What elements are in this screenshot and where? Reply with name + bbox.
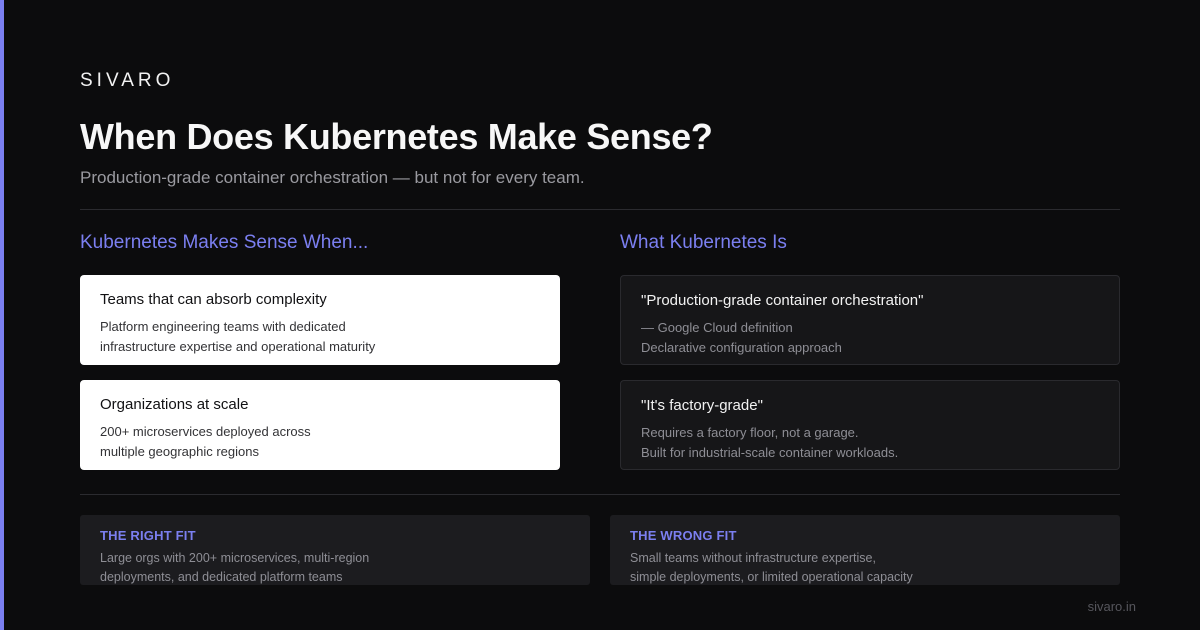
card-text-line: — Google Cloud definition bbox=[641, 320, 793, 335]
fit-text-line: Small teams without infrastructure exper… bbox=[630, 551, 876, 565]
card-absorb-complexity: Teams that can absorb complexity Platfor… bbox=[80, 275, 560, 365]
card-production-grade-quote: "Production-grade container orchestratio… bbox=[620, 275, 1120, 365]
card-factory-grade-quote: "It's factory-grade" Requires a factory … bbox=[620, 380, 1120, 470]
card-text-line: 200+ microservices deployed across bbox=[100, 424, 311, 439]
fit-label: THE WRONG FIT bbox=[630, 528, 737, 543]
card-text-line: Requires a factory floor, not a garage. bbox=[641, 425, 859, 440]
page-subtitle: Production-grade container orchestration… bbox=[80, 168, 585, 187]
wrong-fit-panel: THE WRONG FIT Small teams without infras… bbox=[610, 515, 1120, 585]
right-column-heading: What Kubernetes Is bbox=[620, 232, 787, 253]
page-title: When Does Kubernetes Make Sense? bbox=[80, 116, 713, 157]
card-organizations-at-scale: Organizations at scale 200+ microservice… bbox=[80, 380, 560, 470]
brand-logo: SIVARO bbox=[80, 70, 175, 91]
card-text-line: multiple geographic regions bbox=[100, 444, 259, 459]
card-text-line: Built for industrial-scale container wor… bbox=[641, 445, 899, 460]
card-title: "Production-grade container orchestratio… bbox=[641, 292, 924, 309]
card-title: "It's factory-grade" bbox=[641, 397, 763, 414]
left-column-heading: Kubernetes Makes Sense When... bbox=[80, 232, 369, 253]
card-title: Organizations at scale bbox=[100, 396, 249, 413]
bottom-divider bbox=[80, 494, 1120, 495]
fit-text-line: simple deployments, or limited operation… bbox=[630, 570, 913, 584]
footer-link[interactable]: sivaro.in bbox=[1088, 599, 1136, 614]
card-text-line: infrastructure expertise and operational… bbox=[100, 339, 376, 354]
card-text-line: Platform engineering teams with dedicate… bbox=[100, 319, 346, 334]
fit-text-line: deployments, and dedicated platform team… bbox=[100, 570, 343, 584]
fit-text-line: Large orgs with 200+ microservices, mult… bbox=[100, 551, 370, 565]
slide: SIVARO When Does Kubernetes Make Sense? … bbox=[0, 0, 1200, 630]
right-fit-panel: THE RIGHT FIT Large orgs with 200+ micro… bbox=[80, 515, 590, 585]
top-divider bbox=[80, 209, 1120, 210]
fit-label: THE RIGHT FIT bbox=[100, 528, 196, 543]
accent-bar bbox=[0, 0, 4, 630]
card-text-line: Declarative configuration approach bbox=[641, 340, 842, 355]
card-title: Teams that can absorb complexity bbox=[100, 291, 327, 308]
